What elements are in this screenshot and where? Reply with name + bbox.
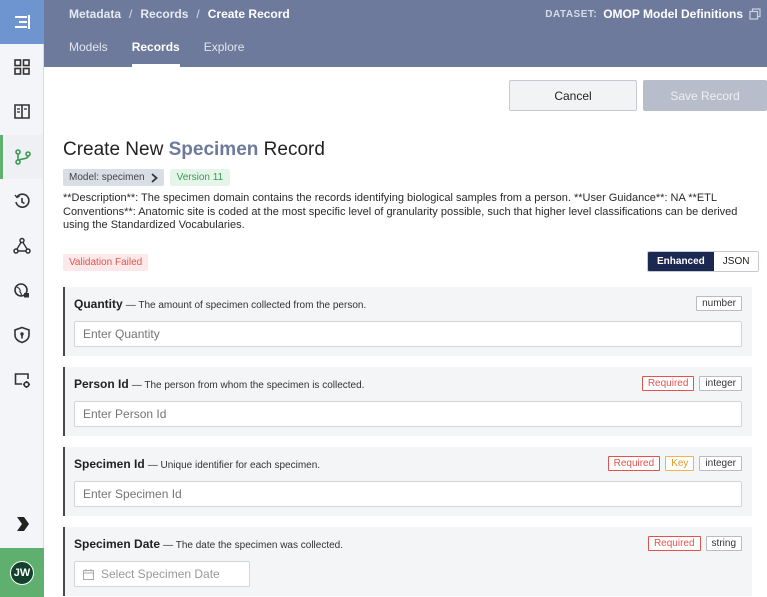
field-header: Specimen Id — Unique identifier for each… xyxy=(74,457,320,471)
model-pills: Model: specimen Version 11 xyxy=(63,169,231,186)
save-record-button[interactable]: Save Record xyxy=(643,80,767,111)
field-badges: number xyxy=(696,296,742,311)
nav-global[interactable] xyxy=(0,269,43,313)
grid-icon xyxy=(13,59,30,75)
field-name: Specimen Date xyxy=(74,537,161,551)
app-root: JW Metadata / Records / Create Record DA… xyxy=(0,0,767,597)
field-badges: Required string xyxy=(647,536,742,551)
person-id-input[interactable] xyxy=(74,401,742,427)
quantity-input[interactable] xyxy=(74,321,742,347)
field-badges: Required Key integer xyxy=(607,456,742,471)
field-header: Quantity — The amount of specimen collec… xyxy=(74,297,366,311)
model-pill-label: Model: specimen xyxy=(69,172,145,183)
model-pill[interactable]: Model: specimen xyxy=(63,169,164,186)
field-header: Person Id — The person from whom the spe… xyxy=(74,377,364,391)
shield-icon xyxy=(13,326,30,344)
network-icon xyxy=(12,237,31,254)
field-name: Quantity xyxy=(74,297,123,311)
type-badge: number xyxy=(696,296,742,311)
breadcrumb-current: Create Record xyxy=(207,7,290,21)
specimen-date-picker[interactable]: Select Specimen Date xyxy=(74,561,250,587)
title-prefix: Create New xyxy=(63,139,164,160)
breadcrumb-metadata[interactable]: Metadata xyxy=(69,7,121,21)
copy-icon[interactable] xyxy=(749,8,761,20)
nav-dashboard[interactable] xyxy=(0,45,43,89)
field-name: Specimen Id xyxy=(74,457,145,471)
tab-models[interactable]: Models xyxy=(69,40,108,67)
breadcrumb-separator: / xyxy=(129,7,133,21)
globe-lock-icon xyxy=(13,283,29,298)
sidebar: JW xyxy=(0,0,44,597)
validation-status-badge: Validation Failed xyxy=(63,254,149,271)
calendar-icon xyxy=(83,568,94,580)
mode-json-button[interactable]: JSON xyxy=(713,252,759,271)
required-badge: Required xyxy=(647,536,701,551)
field-card-specimen-id: Specimen Id — Unique identifier for each… xyxy=(63,447,752,516)
logo-icon xyxy=(15,15,30,29)
breadcrumb: Metadata / Records / Create Record xyxy=(69,7,290,21)
field-description: — The person from whom the specimen is c… xyxy=(131,380,365,391)
app-logo[interactable] xyxy=(0,0,44,44)
required-badge: Required xyxy=(641,376,695,391)
type-badge: integer xyxy=(699,376,742,391)
branch-icon xyxy=(15,149,31,165)
main-tabs: Models Records Explore xyxy=(69,40,268,67)
key-badge: Key xyxy=(665,456,695,471)
top-header: Metadata / Records / Create Record DATAS… xyxy=(44,0,767,67)
chevron-right-icon xyxy=(150,172,158,183)
date-placeholder: Select Specimen Date xyxy=(101,567,220,581)
specimen-id-input[interactable] xyxy=(74,481,742,507)
field-description: — Unique identifier for each specimen. xyxy=(147,460,321,471)
type-badge: integer xyxy=(699,456,742,471)
history-icon xyxy=(13,193,30,208)
title-model-name: Specimen xyxy=(168,139,259,160)
editor-mode-toggle: Enhanced JSON xyxy=(647,251,760,272)
breadcrumb-records[interactable]: Records xyxy=(140,7,188,21)
required-badge: Required xyxy=(607,456,661,471)
nav-settings[interactable] xyxy=(0,358,43,402)
field-name: Person Id xyxy=(74,377,129,391)
field-badges: Required integer xyxy=(641,376,742,391)
avatar: JW xyxy=(10,560,34,585)
nav-security[interactable] xyxy=(0,313,43,357)
mode-enhanced-button[interactable]: Enhanced xyxy=(648,252,714,271)
field-card-quantity: Quantity — The amount of specimen collec… xyxy=(63,287,752,356)
title-suffix: Record xyxy=(263,139,325,160)
cancel-button[interactable]: Cancel xyxy=(509,80,637,111)
type-badge: string xyxy=(705,536,742,551)
user-menu[interactable]: JW xyxy=(0,548,44,597)
nav-network[interactable] xyxy=(0,224,43,268)
tab-records[interactable]: Records xyxy=(131,40,180,67)
dataset-label: DATASET: xyxy=(545,8,598,20)
nav-history[interactable] xyxy=(0,179,43,223)
nav-records[interactable] xyxy=(0,135,43,179)
field-description: — The amount of specimen collected from … xyxy=(125,300,367,311)
model-description: **Description**: The specimen domain con… xyxy=(63,192,738,231)
dataset-indicator: DATASET: OMOP Model Definitions xyxy=(545,7,761,21)
nav-expand[interactable] xyxy=(0,502,43,546)
chevron-right-icon xyxy=(16,517,29,531)
version-pill: Version 11 xyxy=(169,169,231,186)
field-card-specimen-date: Specimen Date — The date the specimen wa… xyxy=(63,527,752,596)
monitor-gear-icon xyxy=(14,373,30,388)
field-description: — The date the specimen was collected. xyxy=(163,540,344,551)
nav-documents[interactable] xyxy=(0,89,43,133)
field-card-person-id: Person Id — The person from whom the spe… xyxy=(63,367,752,436)
breadcrumb-separator: / xyxy=(196,7,200,21)
field-header: Specimen Date — The date the specimen wa… xyxy=(74,537,343,551)
tab-explore[interactable]: Explore xyxy=(204,40,245,67)
dataset-name: OMOP Model Definitions xyxy=(603,7,743,21)
book-icon xyxy=(13,104,30,119)
page-title: Create New Specimen Record xyxy=(63,139,325,161)
